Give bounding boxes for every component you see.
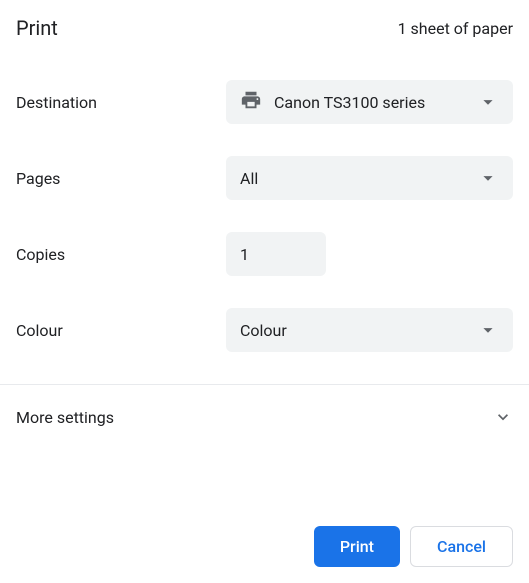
destination-select[interactable]: Canon TS3100 series (226, 80, 513, 124)
pages-label: Pages (16, 169, 226, 188)
more-settings-label: More settings (16, 408, 114, 427)
sheet-summary: 1 sheet of paper (398, 19, 513, 38)
colour-label: Colour (16, 321, 226, 340)
pages-value: All (240, 169, 258, 188)
colour-value: Colour (240, 321, 287, 340)
pages-select[interactable]: All (226, 156, 513, 200)
chevron-down-icon (493, 407, 513, 427)
chevron-down-icon (477, 91, 499, 113)
divider (0, 384, 529, 385)
destination-row: Destination Canon TS3100 series (16, 80, 513, 124)
cancel-button[interactable]: Cancel (410, 526, 513, 567)
print-dialog: Print 1 sheet of paper Destination Canon… (0, 0, 529, 465)
dialog-title: Print (16, 16, 58, 40)
copies-row: Copies (16, 232, 513, 276)
printer-icon (240, 89, 262, 115)
copies-label: Copies (16, 245, 226, 264)
dialog-header: Print 1 sheet of paper (16, 16, 513, 40)
pages-row: Pages All (16, 156, 513, 200)
print-button[interactable]: Print (314, 526, 400, 567)
dialog-footer: Print Cancel (0, 510, 529, 583)
chevron-down-icon (477, 167, 499, 189)
destination-label: Destination (16, 93, 226, 112)
colour-select[interactable]: Colour (226, 308, 513, 352)
copies-input[interactable] (226, 232, 326, 276)
chevron-down-icon (477, 319, 499, 341)
colour-row: Colour Colour (16, 308, 513, 352)
more-settings-toggle[interactable]: More settings (16, 385, 513, 449)
destination-value: Canon TS3100 series (274, 93, 425, 112)
